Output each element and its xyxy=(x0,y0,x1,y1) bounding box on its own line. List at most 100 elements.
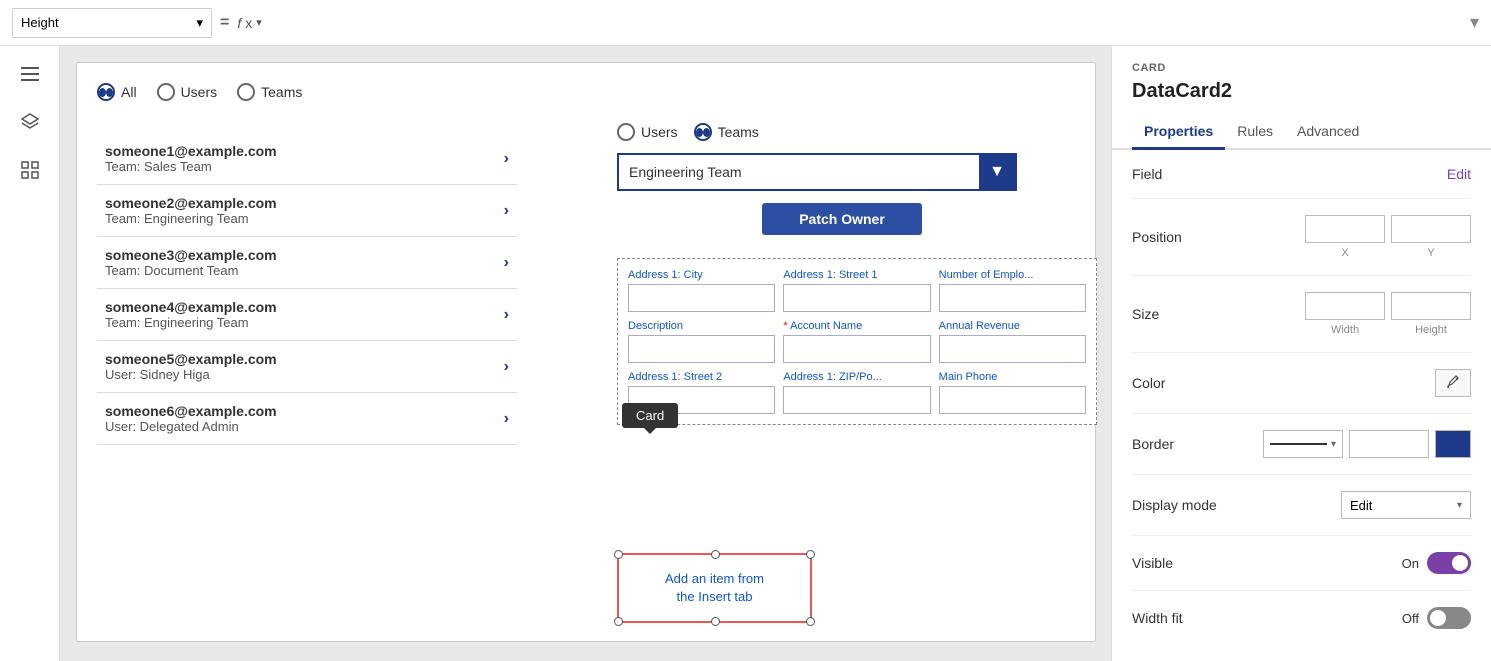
field-input-revenue[interactable]: 20000 xyxy=(939,335,1086,363)
visible-on-label: On xyxy=(1402,556,1419,571)
list-item[interactable]: someone5@example.comUser: Sidney Higa › xyxy=(97,341,517,393)
layers-icon[interactable] xyxy=(14,106,46,138)
hamburger-menu-icon[interactable] xyxy=(14,58,46,90)
list-item[interactable]: someone4@example.comTeam: Engineering Te… xyxy=(97,289,517,341)
property-dropdown[interactable]: Height ▾ xyxy=(12,8,212,38)
list-item[interactable]: someone6@example.comUser: Delegated Admi… xyxy=(97,393,517,445)
divider xyxy=(1132,474,1471,475)
user-email: someone2@example.com xyxy=(105,195,277,211)
selection-handle-bl[interactable] xyxy=(614,617,623,626)
field-input-employees[interactable]: 6000 xyxy=(939,284,1086,312)
radio-users-label: Users xyxy=(181,84,218,100)
position-x-input[interactable]: 0 xyxy=(1305,215,1385,243)
radio-all[interactable]: All xyxy=(97,83,137,101)
field-input-account[interactable]: Litware, Inc. (sample xyxy=(783,335,930,363)
radio-teams[interactable]: Teams xyxy=(237,83,302,101)
position-y-input[interactable]: 294 xyxy=(1391,215,1471,243)
form-field-city: Address 1: City Dallas xyxy=(628,269,775,312)
inner-radio-users-label: Users xyxy=(641,124,678,140)
user-email: someone6@example.com xyxy=(105,403,277,419)
display-mode-dropdown[interactable]: Edit ▾ xyxy=(1341,491,1471,519)
divider xyxy=(1132,198,1471,199)
panel-tabs: Properties Rules Advanced xyxy=(1112,115,1491,150)
list-item[interactable]: someone3@example.comTeam: Document Team … xyxy=(97,237,517,289)
fx-chevron-icon: ▾ xyxy=(256,16,262,29)
user-team: User: Delegated Admin xyxy=(105,419,277,434)
field-input-city[interactable]: Dallas xyxy=(628,284,775,312)
equals-sign: = xyxy=(220,14,229,32)
radio-users[interactable]: Users xyxy=(157,83,218,101)
insert-placeholder-text: Add an item fromthe Insert tab xyxy=(665,570,764,606)
display-mode-row: Display mode Edit ▾ xyxy=(1132,491,1471,519)
left-sidebar xyxy=(0,46,60,661)
user-team: Team: Document Team xyxy=(105,263,277,278)
visible-toggle-container: On xyxy=(1402,552,1471,574)
field-label-description: Description xyxy=(628,320,775,332)
panel-card-name: DataCard2 xyxy=(1112,78,1491,115)
user-team: Team: Engineering Team xyxy=(105,211,277,226)
border-inputs: ▾ 0 xyxy=(1263,430,1471,458)
visible-row: Visible On xyxy=(1132,552,1471,574)
selection-handle-tm[interactable] xyxy=(711,550,720,559)
team-dropdown[interactable]: Engineering Team ▼ xyxy=(617,153,1017,191)
x-label: x xyxy=(245,15,252,31)
position-label: Position xyxy=(1132,229,1212,245)
list-item[interactable]: someone1@example.comTeam: Sales Team › xyxy=(97,133,517,185)
selection-handle-tl[interactable] xyxy=(614,550,623,559)
team-dropdown-value: Engineering Team xyxy=(629,164,742,180)
chevron-right-icon: › xyxy=(504,410,509,428)
y-sublabel: Y xyxy=(1391,247,1471,259)
tab-properties[interactable]: Properties xyxy=(1132,115,1225,150)
field-label-employees: Number of Emplo... xyxy=(939,269,1086,281)
color-swatch[interactable] xyxy=(1435,369,1471,397)
tab-advanced[interactable]: Advanced xyxy=(1285,115,1371,150)
field-edit-button[interactable]: Edit xyxy=(1447,166,1471,182)
tab-rules[interactable]: Rules xyxy=(1225,115,1285,150)
border-color-swatch[interactable] xyxy=(1435,430,1471,458)
color-picker-icon xyxy=(1444,374,1462,392)
position-row: Position 0 294 X Y xyxy=(1132,215,1471,259)
panel-section-label: CARD xyxy=(1112,46,1491,78)
border-label: Border xyxy=(1132,436,1212,452)
field-input-street1[interactable]: 100 Red Oak Lane xyxy=(783,284,930,312)
list-item[interactable]: someone2@example.comTeam: Engineering Te… xyxy=(97,185,517,237)
formula-expand-icon[interactable]: ▾ xyxy=(1470,12,1479,33)
size-width-input[interactable]: 233 xyxy=(1305,292,1385,320)
fx-button[interactable]: fx ▾ xyxy=(237,15,261,31)
field-label-street1: Address 1: Street 1 xyxy=(783,269,930,281)
inner-radio-users-circle xyxy=(617,123,635,141)
selection-handle-br[interactable] xyxy=(806,617,815,626)
user-team: Team: Sales Team xyxy=(105,159,277,174)
field-label-account: * Account Name xyxy=(783,320,930,332)
property-label: Height xyxy=(21,15,59,30)
patch-owner-button[interactable]: Patch Owner xyxy=(762,203,922,235)
border-width-input[interactable]: 0 xyxy=(1349,430,1429,458)
display-mode-value: Edit xyxy=(1350,498,1372,513)
inner-radio-users[interactable]: Users xyxy=(617,123,678,141)
form-field-revenue: Annual Revenue 20000 xyxy=(939,320,1086,363)
chevron-right-icon: › xyxy=(504,150,509,168)
width-fit-toggle[interactable] xyxy=(1427,607,1471,629)
inner-radio-teams[interactable]: Teams xyxy=(694,123,759,141)
field-label-city: Address 1: City xyxy=(628,269,775,281)
field-input-phone[interactable]: 555-0151 xyxy=(939,386,1086,414)
formula-input[interactable]: 100 xyxy=(270,8,1462,38)
size-height-input[interactable]: 100 xyxy=(1391,292,1471,320)
selection-handle-bm[interactable] xyxy=(711,617,720,626)
grid-icon[interactable] xyxy=(14,154,46,186)
fx-icon: f xyxy=(237,15,241,31)
width-fit-off-label: Off xyxy=(1402,611,1419,626)
size-label: Size xyxy=(1132,306,1212,322)
visible-toggle[interactable] xyxy=(1427,552,1471,574)
dropdown-chevron-icon: ▾ xyxy=(196,15,203,31)
field-input-zip[interactable]: 20313 xyxy=(783,386,930,414)
selection-handle-tr[interactable] xyxy=(806,550,815,559)
form-field-description: Description xyxy=(628,320,775,363)
field-input-description[interactable] xyxy=(628,335,775,363)
divider xyxy=(1132,413,1471,414)
user-email: someone1@example.com xyxy=(105,143,277,159)
x-sublabel: X xyxy=(1305,247,1385,259)
border-style-select[interactable]: ▾ xyxy=(1263,430,1343,458)
chevron-right-icon: › xyxy=(504,306,509,324)
chevron-right-icon: › xyxy=(504,358,509,376)
